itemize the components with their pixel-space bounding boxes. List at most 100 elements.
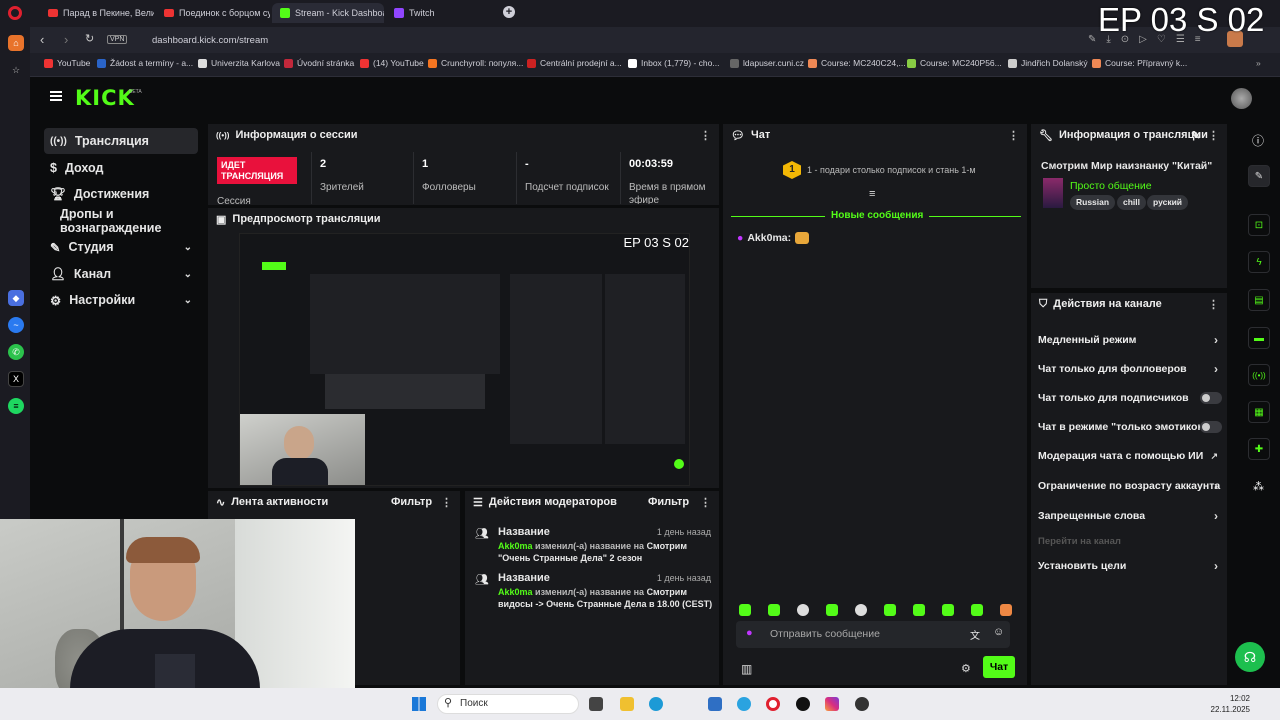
- reload-icon[interactable]: ↻: [85, 32, 94, 45]
- tag-chip[interactable]: Russian: [1070, 195, 1116, 210]
- stream-preview-video[interactable]: EP 03 S 02: [239, 233, 690, 486]
- shop-icon[interactable]: ▥: [741, 662, 752, 676]
- subs-only-toggle[interactable]: [1200, 392, 1222, 404]
- instagram-icon[interactable]: [825, 697, 839, 711]
- whatsapp-icon[interactable]: ✆: [8, 344, 24, 360]
- nav-achievements[interactable]: 🏆︎ Достижения: [44, 181, 198, 207]
- translate-icon[interactable]: 文: [970, 627, 980, 642]
- tool-icon-1[interactable]: ⊡: [1248, 214, 1270, 236]
- menu-icon[interactable]: [50, 91, 62, 101]
- support-button[interactable]: ☊: [1235, 642, 1265, 672]
- lightning-icon[interactable]: ϟ: [1248, 251, 1270, 273]
- back-icon[interactable]: ‹: [40, 32, 44, 47]
- edit-tool-icon[interactable]: ✎: [1248, 165, 1270, 187]
- filter-button[interactable]: Фильтр: [391, 496, 432, 508]
- mic-icon[interactable]: ●: [746, 627, 753, 639]
- opera-logo-icon[interactable]: [8, 6, 22, 20]
- category-link[interactable]: Просто общение: [1070, 180, 1152, 192]
- bookmark-item[interactable]: Course: MC240P56...: [907, 58, 1002, 68]
- tab-2[interactable]: Поединок с борцом сумо: [156, 3, 270, 23]
- share-icon[interactable]: ⁂: [1253, 480, 1264, 493]
- url-field[interactable]: dashboard.kick.com/stream: [152, 35, 268, 46]
- action-set-goals[interactable]: Установить цели ›: [1038, 554, 1228, 578]
- broadcast-tool-icon[interactable]: ((•)): [1248, 364, 1270, 386]
- action-age-restriction[interactable]: Ограничение по возрасту аккаунта ›: [1038, 474, 1228, 498]
- action-ai-moderation[interactable]: Модерация чата с помощью ИИ ↗: [1038, 444, 1228, 468]
- tab-4[interactable]: Twitch: [386, 3, 496, 23]
- windows-start-icon[interactable]: [412, 697, 426, 711]
- x-icon[interactable]: X: [8, 371, 24, 387]
- emote-icon[interactable]: [913, 604, 925, 616]
- document-icon[interactable]: ▤: [1248, 289, 1270, 311]
- more-bookmarks-icon[interactable]: »: [1256, 58, 1261, 68]
- emote-icon[interactable]: [826, 604, 838, 616]
- forward-icon[interactable]: ›: [64, 32, 68, 47]
- outlook-icon[interactable]: [708, 697, 722, 711]
- bookmark-item[interactable]: Inbox (1,779) - cho...: [628, 58, 719, 68]
- more-icon[interactable]: ⋮: [700, 129, 711, 142]
- new-tab-icon[interactable]: +: [503, 6, 515, 18]
- action-slow-mode[interactable]: Медленный режим ›: [1038, 328, 1228, 352]
- more-icon[interactable]: ⋮: [1208, 129, 1219, 142]
- chat-input[interactable]: ● Отправить сообщение 文 ☺: [736, 621, 1010, 648]
- edge-icon[interactable]: [649, 697, 663, 711]
- file-explorer-icon[interactable]: [620, 697, 634, 711]
- layout-icon[interactable]: ▦: [1248, 401, 1270, 423]
- filter-button[interactable]: Фильтр: [648, 496, 689, 508]
- bookmark-item[interactable]: YouTube: [44, 58, 90, 68]
- action-banned-words[interactable]: Запрещенные слова ›: [1038, 504, 1228, 528]
- bookmark-item[interactable]: Centrální prodejní a...: [527, 58, 622, 68]
- chat-tool-icon[interactable]: ▬: [1248, 327, 1270, 349]
- bookmark-item[interactable]: (14) YouTube: [360, 58, 424, 68]
- more-icon[interactable]: ⋮: [1008, 129, 1019, 142]
- obs-icon[interactable]: [855, 697, 869, 711]
- tag-chip[interactable]: chill: [1117, 195, 1147, 210]
- bookmark-item[interactable]: Course: Přípravný k...: [1092, 58, 1187, 68]
- more-icon[interactable]: ⋮: [441, 496, 452, 509]
- vpn-badge[interactable]: VPN: [107, 35, 128, 44]
- nav-income[interactable]: $ Доход: [44, 155, 198, 181]
- send-chat-button[interactable]: Чат: [983, 656, 1015, 678]
- messenger-icon[interactable]: ~: [8, 317, 24, 333]
- emote-icon[interactable]: [855, 604, 867, 616]
- nav-broadcast[interactable]: ((•)) Трансляция: [44, 128, 198, 154]
- pinned-icon[interactable]: ≡: [869, 188, 875, 200]
- app-icon[interactable]: ◆: [8, 290, 24, 306]
- emote-icon[interactable]: [739, 604, 751, 616]
- spotify-icon[interactable]: ≡: [8, 398, 24, 414]
- tiktok-icon[interactable]: [796, 697, 810, 711]
- emote-icon[interactable]: [971, 604, 983, 616]
- action-followers-only[interactable]: Чат только для фолловеров ›: [1038, 357, 1228, 381]
- emote-icon[interactable]: [768, 604, 780, 616]
- emote-icon[interactable]: [884, 604, 896, 616]
- tab-3[interactable]: Stream - Kick Dashboard: [272, 3, 384, 23]
- task-view-icon[interactable]: [589, 697, 603, 711]
- chat-settings-icon[interactable]: ⚙: [961, 662, 971, 675]
- info-icon[interactable]: ⓘ: [1252, 132, 1264, 149]
- user-avatar[interactable]: [1231, 88, 1252, 109]
- nav-channel[interactable]: 👤︎ Канал ⌄: [44, 261, 198, 287]
- bookmark-item[interactable]: Course: MC240C24,...: [808, 58, 906, 68]
- emote-icon[interactable]: [797, 604, 809, 616]
- bookmark-item[interactable]: Crunchyroll: популя...: [428, 58, 523, 68]
- bookmark-item[interactable]: Úvodní stránka: [284, 58, 354, 68]
- emoji-icon[interactable]: ☺: [993, 626, 1004, 638]
- telegram-icon[interactable]: [737, 697, 751, 711]
- nav-studio[interactable]: ✎ Студия ⌄: [44, 234, 198, 260]
- emote-icon[interactable]: [942, 604, 954, 616]
- taskbar-search[interactable]: [437, 694, 579, 714]
- bookmark-item[interactable]: Univerzita Karlova: [198, 58, 280, 68]
- home-icon[interactable]: ⌂: [8, 35, 24, 51]
- more-icon[interactable]: ⋮: [1208, 298, 1219, 311]
- emote-only-toggle[interactable]: [1200, 421, 1222, 433]
- nav-settings[interactable]: ⚙ Настройки ⌄: [44, 287, 198, 313]
- emote-icon[interactable]: [1000, 604, 1012, 616]
- wrench-tool-icon[interactable]: ✚: [1248, 438, 1270, 460]
- star-icon[interactable]: ☆: [8, 62, 24, 78]
- bookmark-item[interactable]: Jindřich Dolanský: [1008, 58, 1088, 68]
- bookmark-item[interactable]: ldapuser.cuni.cz: [730, 58, 804, 68]
- tag-chip[interactable]: руский: [1147, 195, 1189, 210]
- nav-drops[interactable]: Дропы и вознаграждение: [44, 207, 198, 235]
- more-icon[interactable]: ⋮: [700, 496, 711, 509]
- tab-1[interactable]: Парад в Пекине, Великая: [40, 3, 154, 23]
